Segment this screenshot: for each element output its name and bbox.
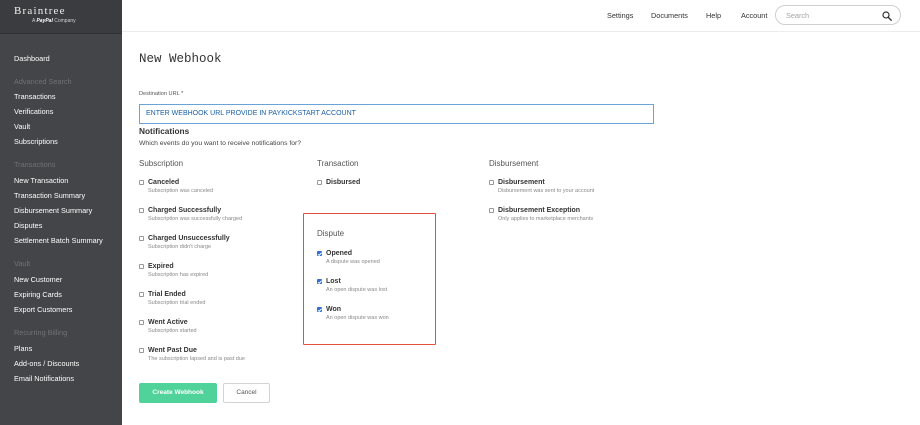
sidebar-item-disputes[interactable]: Disputes xyxy=(14,221,42,230)
destination-url-label: Destination URL * xyxy=(139,91,184,97)
option-description: Subscription has expired xyxy=(148,272,209,278)
documents-link[interactable]: Documents xyxy=(651,11,688,20)
option-description: Disbursement was sent to your account xyxy=(498,188,595,194)
checkbox-dispute-lost[interactable] xyxy=(317,279,322,284)
sidebar-item-add-ons-discounts[interactable]: Add-ons / Discounts xyxy=(14,359,79,368)
settings-link[interactable]: Settings xyxy=(607,11,633,20)
option-label: Disbursement xyxy=(498,179,545,186)
checkbox-went-active[interactable] xyxy=(139,320,144,325)
checkbox-charged-unsuccessfully[interactable] xyxy=(139,236,144,241)
sidebar-heading-recurring-billing: Recurring Billing xyxy=(14,328,68,337)
option-description: An open dispute was won xyxy=(326,315,389,321)
sidebar-item-settlement-batch-summary[interactable]: Settlement Batch Summary xyxy=(14,236,103,245)
dispute-column-heading: Dispute xyxy=(317,229,345,238)
option-label: Won xyxy=(326,306,342,313)
checkbox-dispute-won[interactable] xyxy=(317,307,322,312)
sidebar-item-export-customers[interactable]: Export Customers xyxy=(14,305,72,314)
sidebar-item-subscriptions[interactable]: Subscriptions xyxy=(14,137,58,146)
top-navigation-bar: Settings Documents Help Account xyxy=(122,0,920,32)
sidebar-item-email-notifications[interactable]: Email Notifications xyxy=(14,374,74,383)
notifications-description: Which events do you want to receive noti… xyxy=(139,140,302,147)
sidebar-item-new-transaction[interactable]: New Transaction xyxy=(14,176,68,185)
checkbox-dispute-opened[interactable] xyxy=(317,251,322,256)
checkbox-disbursed[interactable] xyxy=(317,180,322,185)
cancel-button[interactable]: Cancel xyxy=(223,383,270,403)
sidebar-item-expiring-cards[interactable]: Expiring Cards xyxy=(14,290,62,299)
sidebar: Braintree A PayPal Company Dashboard Adv… xyxy=(0,0,122,425)
option-label: Charged Successfully xyxy=(148,207,222,214)
checkbox-went-past-due[interactable] xyxy=(139,348,144,353)
brand-logo[interactable]: Braintree A PayPal Company xyxy=(0,0,122,34)
option-label: Canceled xyxy=(148,179,180,186)
option-label: Expired xyxy=(148,263,174,270)
option-description: An open dispute was lost xyxy=(326,287,388,293)
option-label: Trial Ended xyxy=(148,291,186,298)
destination-url-input[interactable] xyxy=(146,110,646,117)
brand-tagline: A PayPal Company xyxy=(32,18,76,24)
checkbox-disbursement[interactable] xyxy=(489,180,494,185)
checkbox-expired[interactable] xyxy=(139,264,144,269)
page-title: New Webhook xyxy=(139,52,222,66)
sidebar-item-dashboard[interactable]: Dashboard xyxy=(14,54,50,63)
option-label: Disbursed xyxy=(326,179,361,186)
option-description: The subscription lapsed and is past due xyxy=(148,356,245,362)
search-box[interactable] xyxy=(775,5,901,25)
sidebar-item-transaction-summary[interactable]: Transaction Summary xyxy=(14,191,85,200)
magnifier-icon[interactable] xyxy=(882,11,892,21)
option-description: Subscription trial ended xyxy=(148,300,206,306)
checkbox-trial-ended[interactable] xyxy=(139,292,144,297)
option-description: Subscription started xyxy=(148,328,197,334)
notifications-title: Notifications xyxy=(139,126,190,136)
sidebar-heading-vault: Vault xyxy=(14,259,31,268)
option-description: A dispute was opened xyxy=(326,259,380,265)
option-label: Went Past Due xyxy=(148,347,197,354)
option-label: Lost xyxy=(326,278,341,285)
sidebar-item-disbursement-summary[interactable]: Disbursement Summary xyxy=(14,206,92,215)
option-label: Disbursement Exception xyxy=(498,207,581,214)
checkbox-disbursement-exception[interactable] xyxy=(489,208,494,213)
search-input[interactable] xyxy=(786,11,881,20)
option-description: Subscription was successfully charged xyxy=(148,216,243,222)
subscription-column-heading: Subscription xyxy=(139,159,184,168)
sidebar-item-plans[interactable]: Plans xyxy=(14,344,32,353)
option-description: Only applies to marketplace merchants xyxy=(498,216,594,222)
transaction-column-heading: Transaction xyxy=(317,159,359,168)
option-label: Charged Unsuccessfully xyxy=(148,235,230,242)
help-link[interactable]: Help xyxy=(706,11,721,20)
option-label: Went Active xyxy=(148,319,188,326)
disbursement-column-heading: Disbursement xyxy=(489,159,539,168)
option-description: Subscription didn't charge xyxy=(148,244,212,250)
sidebar-item-transactions[interactable]: Transactions xyxy=(14,92,56,101)
option-label: Opened xyxy=(326,250,353,257)
create-webhook-button[interactable]: Create Webhook xyxy=(139,383,217,403)
destination-url-field[interactable] xyxy=(139,104,654,124)
checkbox-charged-successfully[interactable] xyxy=(139,208,144,213)
sidebar-heading-advanced-search: Advanced Search xyxy=(14,77,72,86)
sidebar-item-verifications[interactable]: Verifications xyxy=(14,107,53,116)
brand-name: Braintree xyxy=(14,5,66,17)
option-description: Subscription was canceled xyxy=(148,188,214,194)
account-link[interactable]: Account xyxy=(741,11,767,20)
sidebar-heading-transactions: Transactions xyxy=(14,160,56,169)
checkbox-canceled[interactable] xyxy=(139,180,144,185)
sidebar-item-vault[interactable]: Vault xyxy=(14,122,30,131)
sidebar-item-new-customer[interactable]: New Customer xyxy=(14,275,62,284)
